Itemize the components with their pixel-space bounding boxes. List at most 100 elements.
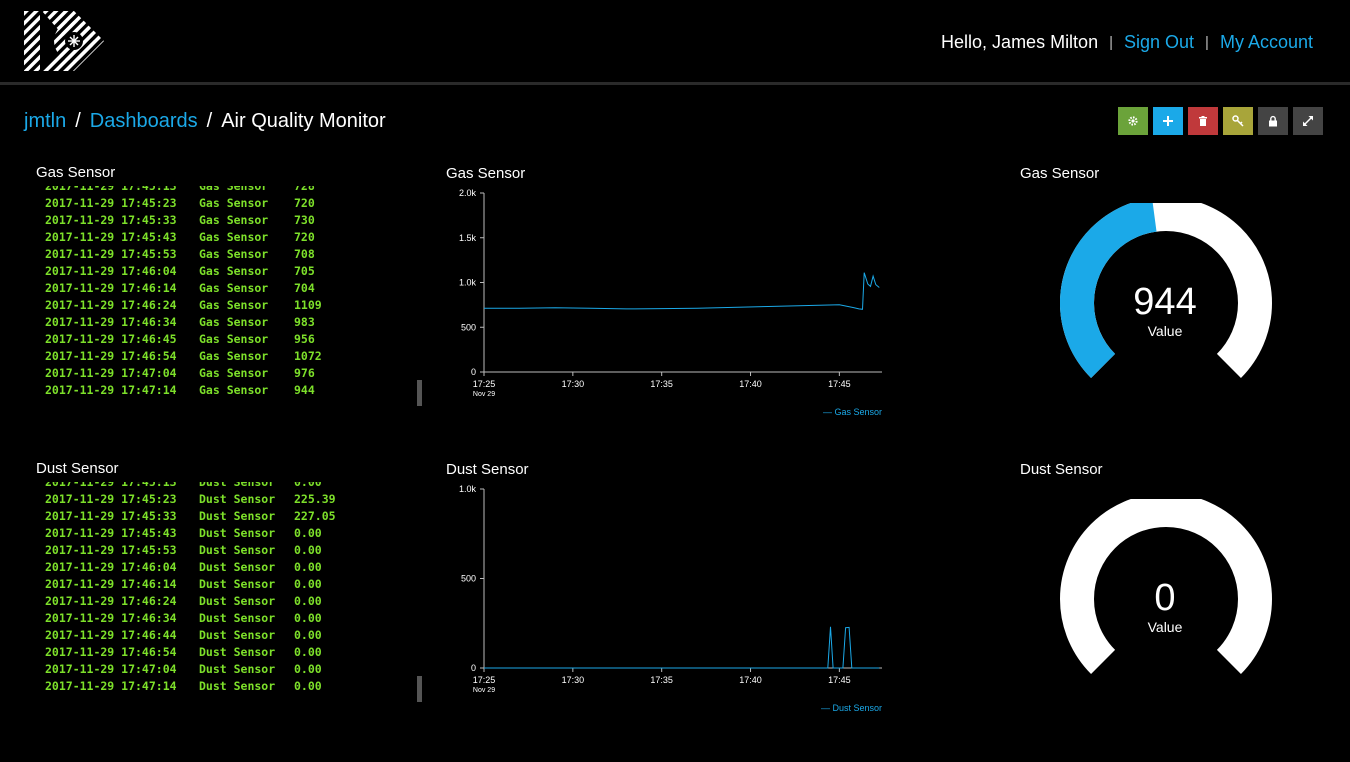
log-value: 0.00 [294,662,322,676]
log-sensor-name: Gas Sensor [199,332,269,346]
log-row: 2017-11-29 17:46:45 Gas Sensor 956 [45,331,415,348]
gas-chart[interactable]: 0 500 1.0k 1.5k 2.0k 17:25 Nov 29 17:30 17:35 17:… [440,185,890,425]
log-sensor-name: Dust Sensor [199,482,276,489]
key-button[interactable] [1223,107,1253,135]
dust-gauge-label: Value [1147,619,1183,635]
log-timestamp: 2017-11-29 17:46:34 [45,611,177,625]
log-value: 944 [294,383,315,396]
y-tick-label: 0 [471,367,476,377]
dust-log-title: Dust Sensor [36,460,119,477]
log-timestamp: 2017-11-29 17:46:04 [45,264,177,278]
log-row: 2017-11-29 17:47:04 Gas Sensor 976 [45,365,415,382]
log-value: 0.00 [294,645,322,659]
user-menu: Hello, James Milton | Sign Out | My Acco… [941,32,1313,53]
my-account-link[interactable]: My Account [1220,32,1313,53]
log-timestamp: 2017-11-29 17:47:04 [45,366,177,380]
y-tick-label: 1.5k [459,233,477,243]
log-row: 2017-11-29 17:47:14 Dust Sensor 0.00 [45,678,415,692]
log-timestamp: 2017-11-29 17:46:24 [45,298,177,312]
log-row: 2017-11-29 17:46:24 Dust Sensor 0.00 [45,593,415,610]
add-block-button[interactable] [1153,107,1183,135]
log-timestamp: 2017-11-29 17:46:14 [45,577,177,591]
gas-log-scrollbar[interactable] [417,380,422,406]
dust-chart-title: Dust Sensor [446,461,529,478]
log-value: 0.00 [294,526,322,540]
x-tick-label: 17:45 [828,379,851,389]
log-sensor-name: Gas Sensor [199,383,269,396]
log-sensor-name: Dust Sensor [199,492,276,506]
greeting-text: Hello, James Milton [941,32,1099,52]
log-sensor-name: Dust Sensor [199,645,276,659]
log-row: 2017-11-29 17:46:14 Dust Sensor 0.00 [45,576,415,593]
y-tick-label: 2.0k [459,188,477,198]
log-timestamp: 2017-11-29 17:45:53 [45,543,177,557]
settings-button[interactable] [1118,107,1148,135]
log-value: 730 [294,213,315,227]
log-timestamp: 2017-11-29 17:46:34 [45,315,177,329]
gas-chart-title: Gas Sensor [446,165,526,182]
gas-log[interactable]: 2017-11-29 17:45:13 Gas Sensor 728 2017-11-… [45,186,415,396]
log-sensor-name: Gas Sensor [199,196,269,210]
fullscreen-button[interactable] [1293,107,1323,135]
log-row: 2017-11-29 17:46:14 Gas Sensor 704 [45,280,415,297]
delete-button[interactable] [1188,107,1218,135]
dust-log[interactable]: 2017-11-29 17:45:13 Dust Sensor 0.00 2017-1… [45,482,415,692]
y-tick-label: 500 [461,322,476,332]
log-row: 2017-11-29 17:46:04 Gas Sensor 705 [45,263,415,280]
log-row: 2017-11-29 17:45:43 Dust Sensor 0.00 [45,525,415,542]
log-value: 720 [294,196,315,210]
log-sensor-name: Dust Sensor [199,577,276,591]
breadcrumb-user-link[interactable]: jmtln [24,110,66,133]
sign-out-link[interactable]: Sign Out [1124,32,1194,53]
log-value: 1109 [294,298,322,312]
log-value: 0.00 [294,628,322,642]
log-timestamp: 2017-11-29 17:45:23 [45,492,177,506]
log-value: 720 [294,230,315,244]
log-timestamp: 2017-11-29 17:45:43 [45,230,177,244]
dust-chart[interactable]: 0 500 1.0k 17:25 Nov 29 17:30 17:35 17:40 17:45 —… [440,481,890,721]
dashboard-toolbar [1118,107,1323,135]
log-sensor-name: Gas Sensor [199,247,269,261]
log-value: 705 [294,264,315,278]
log-sensor-name: Dust Sensor [199,526,276,540]
log-sensor-name: Gas Sensor [199,230,269,244]
x-tick-label: 17:30 [562,379,585,389]
log-sensor-name: Gas Sensor [199,366,269,380]
log-value: 1072 [294,349,322,363]
log-sensor-name: Dust Sensor [199,509,276,523]
log-timestamp: 2017-11-29 17:46:44 [45,628,177,642]
x-tick-label: 17:25 [473,675,496,685]
lock-icon [1269,115,1277,127]
y-tick-label: 1.0k [459,484,477,494]
x-tick-label: 17:40 [739,379,762,389]
log-timestamp: 2017-11-29 17:45:13 [45,482,177,489]
log-timestamp: 2017-11-29 17:47:04 [45,662,177,676]
x-tick-label: 17:40 [739,675,762,685]
log-value: 728 [294,186,315,193]
y-tick-label: 0 [471,663,476,673]
dust-log-scrollbar[interactable] [417,676,422,702]
legend-entry[interactable]: — Dust Sensor [821,703,882,713]
log-row: 2017-11-29 17:45:13 Gas Sensor 728 [45,186,415,195]
log-row: 2017-11-29 17:45:13 Dust Sensor 0.00 [45,482,415,491]
log-sensor-name: Dust Sensor [199,628,276,642]
log-sensor-name: Dust Sensor [199,594,276,608]
log-row: 2017-11-29 17:47:14 Gas Sensor 944 [45,382,415,396]
log-value: 0.00 [294,679,322,692]
separator: | [1205,34,1209,51]
lock-button[interactable] [1258,107,1288,135]
log-timestamp: 2017-11-29 17:47:14 [45,383,177,396]
legend-entry[interactable]: — Gas Sensor [823,407,882,417]
log-value: 0.00 [294,611,322,625]
x-tick-label: 17:25 [473,379,496,389]
dust-gauge-value: 0 [1154,577,1176,619]
log-row: 2017-11-29 17:45:43 Gas Sensor 720 [45,229,415,246]
log-row: 2017-11-29 17:45:23 Dust Sensor 225.39 [45,491,415,508]
plus-icon [1163,116,1173,126]
log-row: 2017-11-29 17:47:04 Dust Sensor 0.00 [45,661,415,678]
x-tick-label: 17:35 [650,675,673,685]
breadcrumb-dashboards-link[interactable]: Dashboards [90,110,198,133]
io-logo-icon[interactable] [24,11,104,71]
log-sensor-name: Gas Sensor [199,298,269,312]
log-row: 2017-11-29 17:46:34 Gas Sensor 983 [45,314,415,331]
